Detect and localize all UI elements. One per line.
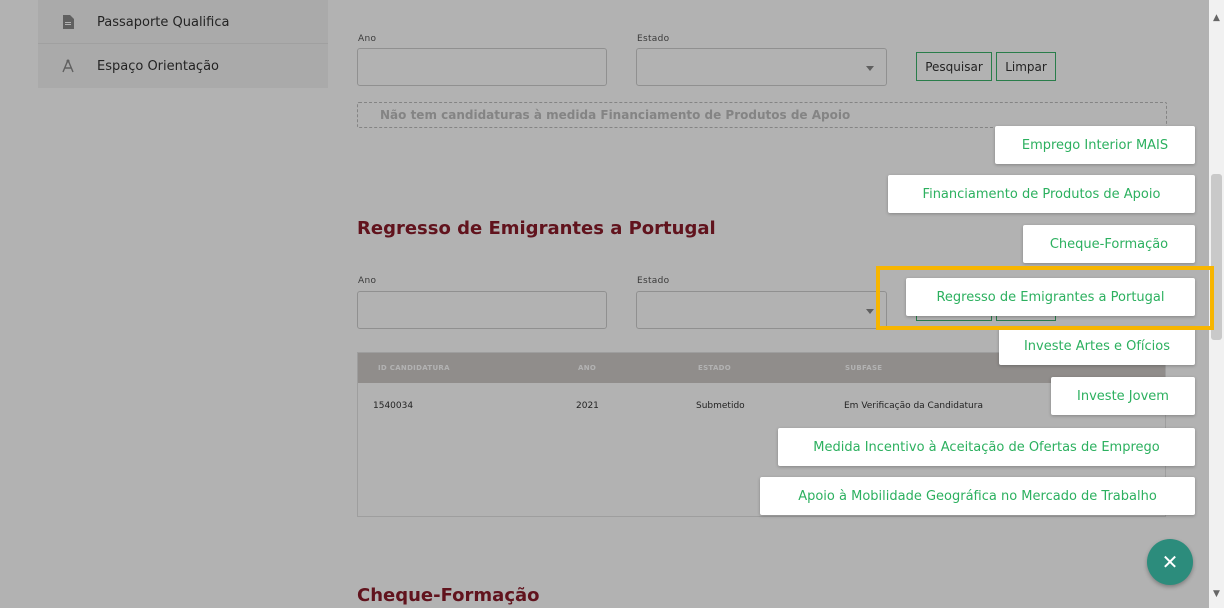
- fab-item-financiamento-produtos-apoio[interactable]: Financiamento de Produtos de Apoio: [888, 175, 1195, 213]
- fab-item-investe-jovem[interactable]: Investe Jovem: [1051, 377, 1195, 415]
- fab-close-button[interactable]: ✕: [1147, 539, 1193, 585]
- fab-item-investe-artes-oficios[interactable]: Investe Artes e Ofícios: [999, 327, 1195, 365]
- fab-item-apoio-mobilidade[interactable]: Apoio à Mobilidade Geográfica no Mercado…: [760, 477, 1195, 515]
- fab-item-medida-incentivo[interactable]: Medida Incentivo à Aceitação de Ofertas …: [778, 428, 1195, 466]
- fab-item-emprego-interior-mais[interactable]: Emprego Interior MAIS: [995, 126, 1195, 164]
- close-icon: ✕: [1161, 550, 1179, 574]
- scroll-up-icon[interactable]: ▲: [1210, 12, 1223, 24]
- page: Passaporte Qualifica Espaço Orientação A…: [0, 0, 1224, 608]
- highlight-box: [876, 266, 1214, 330]
- fab-item-cheque-formacao[interactable]: Cheque-Formação: [1023, 225, 1195, 263]
- scroll-down-icon[interactable]: ▼: [1210, 588, 1223, 600]
